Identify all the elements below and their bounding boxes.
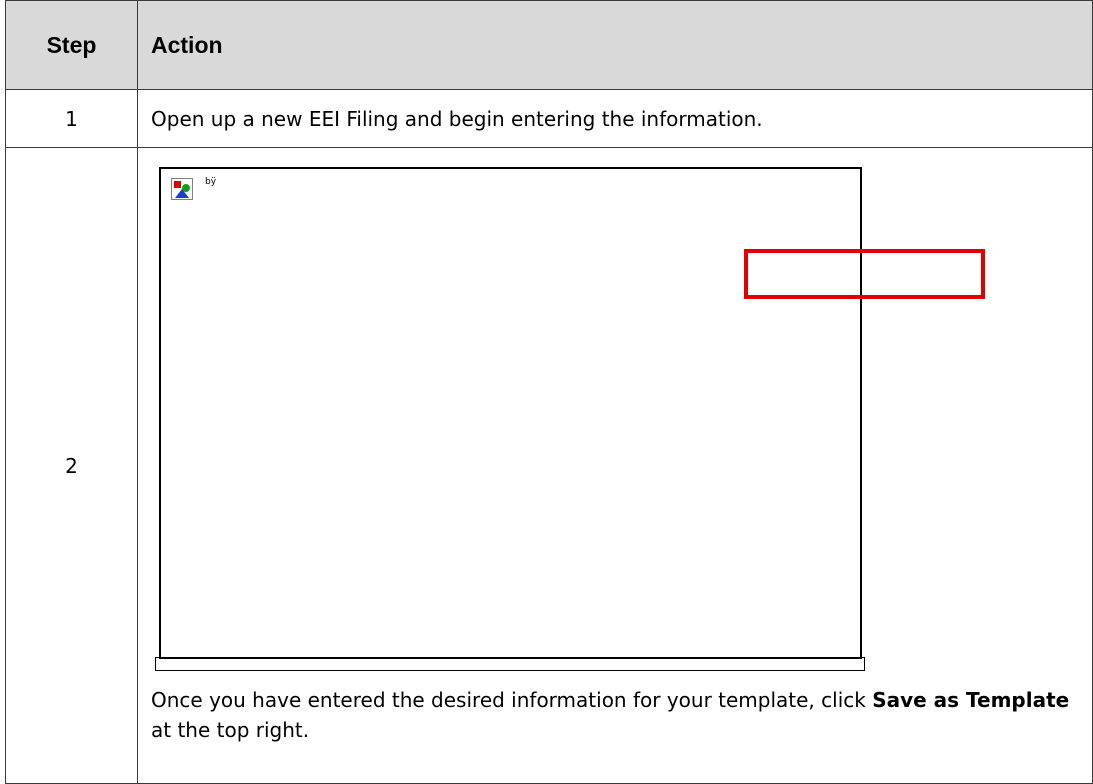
table-row: 1 Open up a new EEI Filing and begin ent…: [5, 89, 1093, 148]
instruction-prefix: Once you have entered the desired inform…: [151, 688, 866, 712]
action-text: Open up a new EEI Filing and begin enter…: [137, 89, 1093, 148]
step-column-header: Step: [5, 0, 138, 90]
broken-image-icon: [171, 178, 193, 200]
action-column-header: Action: [137, 0, 1093, 90]
table-row: 2 bÿ Once you have entered the desired i…: [5, 147, 1093, 784]
step-number: 1: [5, 89, 138, 148]
embedded-screenshot: bÿ: [159, 167, 985, 659]
save-as-template-highlight: [744, 249, 985, 299]
save-as-template-label: Save as Template: [872, 688, 1070, 712]
table-body: 1 Open up a new EEI Filing and begin ent…: [5, 89, 1093, 784]
action-cell: bÿ Once you have entered the desired inf…: [137, 147, 1093, 784]
steps-table: Step Action 1 Open up a new EEI Filing a…: [5, 0, 1093, 784]
table-header: Step Action: [5, 0, 1093, 90]
instruction-suffix: at the top right.: [151, 718, 310, 742]
header-row: Step Action: [5, 0, 1093, 90]
step-number: 2: [5, 147, 138, 784]
instruction-text: Once you have entered the desired inform…: [151, 685, 1084, 745]
screenshot-frame-base: [155, 657, 865, 671]
image-placeholder-caption: bÿ: [205, 177, 217, 187]
